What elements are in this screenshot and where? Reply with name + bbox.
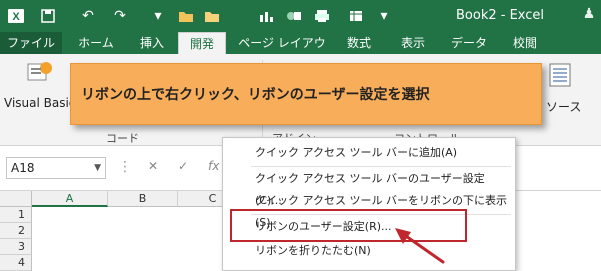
column-header[interactable]: A bbox=[32, 191, 108, 207]
window-title: Book2 - Excel bbox=[456, 8, 545, 23]
pivot-icon[interactable] bbox=[346, 6, 366, 26]
print-icon[interactable] bbox=[312, 6, 332, 26]
row-header[interactable]: 3 bbox=[0, 239, 32, 255]
tab-review[interactable]: 校閲 bbox=[504, 32, 546, 54]
shapes-icon[interactable] bbox=[284, 6, 304, 26]
svg-text:X: X bbox=[12, 11, 20, 23]
more-dots-icon: ⋮ bbox=[118, 159, 132, 175]
tab-home[interactable]: ホーム bbox=[66, 32, 126, 54]
menu-item-collapse-ribbon[interactable]: リボンを折りたたむ(N) bbox=[229, 240, 511, 262]
xml-source-icon[interactable] bbox=[548, 62, 572, 88]
tab-data[interactable]: データ bbox=[446, 32, 492, 54]
tab-insert[interactable]: 挿入 bbox=[130, 32, 174, 54]
row-header[interactable]: 4 bbox=[0, 255, 32, 271]
tab-page-layout[interactable]: ページ レイアウト bbox=[232, 32, 332, 72]
excel-logo-icon: X bbox=[6, 6, 26, 26]
visual-basic-icon[interactable] bbox=[26, 60, 54, 86]
pointer-arrow-icon bbox=[395, 228, 445, 264]
chevron-down-icon[interactable]: ▼ bbox=[94, 158, 101, 178]
column-header[interactable]: B bbox=[108, 191, 178, 207]
enter-icon[interactable]: ✓ bbox=[178, 159, 188, 173]
avatar-icon: ♟ bbox=[582, 6, 596, 22]
fx-icon[interactable]: fx bbox=[208, 159, 219, 173]
title-bar: X ↶ ↷ ▾ ▾ Book2 - Excel ♟ bbox=[0, 0, 601, 32]
menu-item-customize-qat[interactable]: クイック アクセス ツール バーのユーザー設定(C)... bbox=[229, 168, 511, 207]
ribbon-tabs: ファイル ホーム 挿入 開発 ページ レイアウト 数式 表示 データ 校閲 bbox=[0, 32, 601, 72]
tab-file[interactable]: ファイル bbox=[0, 32, 62, 54]
redo-icon[interactable]: ↷ bbox=[110, 6, 130, 26]
tab-view[interactable]: 表示 bbox=[392, 32, 434, 54]
cancel-icon[interactable]: ✕ bbox=[148, 159, 158, 173]
open-folder-icon[interactable] bbox=[176, 6, 196, 26]
undo-icon[interactable]: ↶ bbox=[78, 6, 98, 26]
chart-icon[interactable] bbox=[256, 6, 276, 26]
save-icon[interactable] bbox=[38, 6, 58, 26]
menu-item-add-to-qat[interactable]: クイック アクセス ツール バーに追加(A) bbox=[229, 142, 511, 164]
folder-icon[interactable] bbox=[202, 6, 222, 26]
name-box[interactable]: A18 ▼ bbox=[6, 157, 106, 179]
callout-text: リボンの上で右クリック、リボンのユーザー設定を選択 bbox=[81, 87, 430, 103]
name-box-value: A18 bbox=[11, 161, 35, 175]
select-all-corner[interactable] bbox=[0, 191, 32, 207]
row-header[interactable]: 1 bbox=[0, 207, 32, 223]
more-icon[interactable]: ▾ bbox=[374, 6, 394, 26]
tab-developer[interactable]: 開発 bbox=[178, 32, 226, 55]
dropdown-icon[interactable]: ▾ bbox=[148, 6, 168, 26]
visual-basic-label[interactable]: Visual Basic bbox=[4, 96, 75, 110]
instruction-callout: リボンの上で右クリック、リボンのユーザー設定を選択 bbox=[70, 63, 542, 125]
tab-formulas[interactable]: 数式 bbox=[338, 32, 380, 54]
row-header[interactable]: 2 bbox=[0, 223, 32, 239]
context-menu: クイック アクセス ツール バーに追加(A) クイック アクセス ツール バーの… bbox=[222, 137, 516, 271]
menu-divider bbox=[251, 166, 511, 167]
source-label[interactable]: ソース bbox=[546, 98, 581, 115]
group-label-code: コード bbox=[106, 132, 139, 145]
